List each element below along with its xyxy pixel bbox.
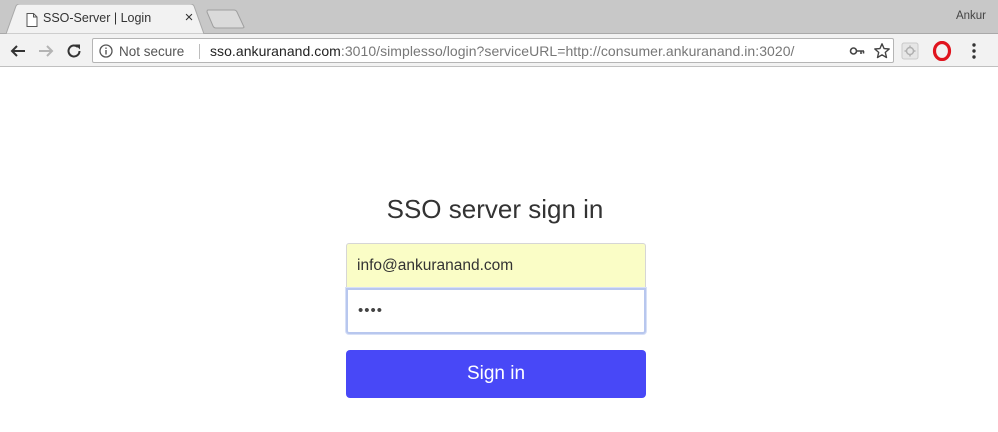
extension-gear-icon[interactable] bbox=[900, 41, 920, 61]
bookmark-star-icon[interactable] bbox=[873, 42, 891, 60]
sign-in-button[interactable]: Sign in bbox=[346, 350, 646, 398]
opera-icon[interactable] bbox=[932, 40, 952, 62]
tab-title: SSO-Server | Login bbox=[43, 11, 152, 25]
page-icon bbox=[26, 13, 38, 27]
profile-name[interactable]: Ankur bbox=[956, 10, 986, 22]
forward-arrow-icon bbox=[39, 45, 54, 57]
new-tab-icon bbox=[206, 9, 245, 29]
tab-strip: SSO-Server | Login × Ankur bbox=[0, 0, 998, 34]
key-icon[interactable] bbox=[849, 44, 865, 58]
back-button[interactable] bbox=[6, 39, 30, 63]
tab-close-icon[interactable]: × bbox=[181, 10, 197, 26]
forward-button[interactable] bbox=[34, 39, 58, 63]
reload-button[interactable] bbox=[62, 39, 86, 63]
page-content: SSO server sign in info@ankuranand.com •… bbox=[0, 68, 998, 432]
reload-icon bbox=[67, 44, 81, 58]
password-field[interactable]: •••• bbox=[346, 288, 646, 334]
new-tab-button[interactable] bbox=[206, 9, 246, 29]
omnibox-divider bbox=[199, 44, 200, 59]
url-path: :3010/simplesso/login?serviceURL=http://… bbox=[340, 43, 795, 59]
email-field[interactable]: info@ankuranand.com bbox=[346, 243, 646, 288]
url-text[interactable]: sso.ankuranand.com:3010/simplesso/login?… bbox=[210, 43, 795, 59]
browser-toolbar: Not secure sso.ankuranand.com:3010/simpl… bbox=[0, 34, 998, 67]
security-label[interactable]: Not secure bbox=[119, 44, 184, 59]
menu-kebab-icon[interactable] bbox=[964, 41, 984, 61]
page-title: SSO server sign in bbox=[386, 194, 604, 224]
back-arrow-icon bbox=[10, 45, 25, 57]
url-host: sso.ankuranand.com bbox=[210, 43, 341, 59]
tab-sso-login[interactable]: SSO-Server | Login × bbox=[6, 4, 204, 34]
address-bar[interactable]: Not secure sso.ankuranand.com:3010/simpl… bbox=[92, 38, 894, 63]
info-icon[interactable] bbox=[99, 44, 113, 58]
